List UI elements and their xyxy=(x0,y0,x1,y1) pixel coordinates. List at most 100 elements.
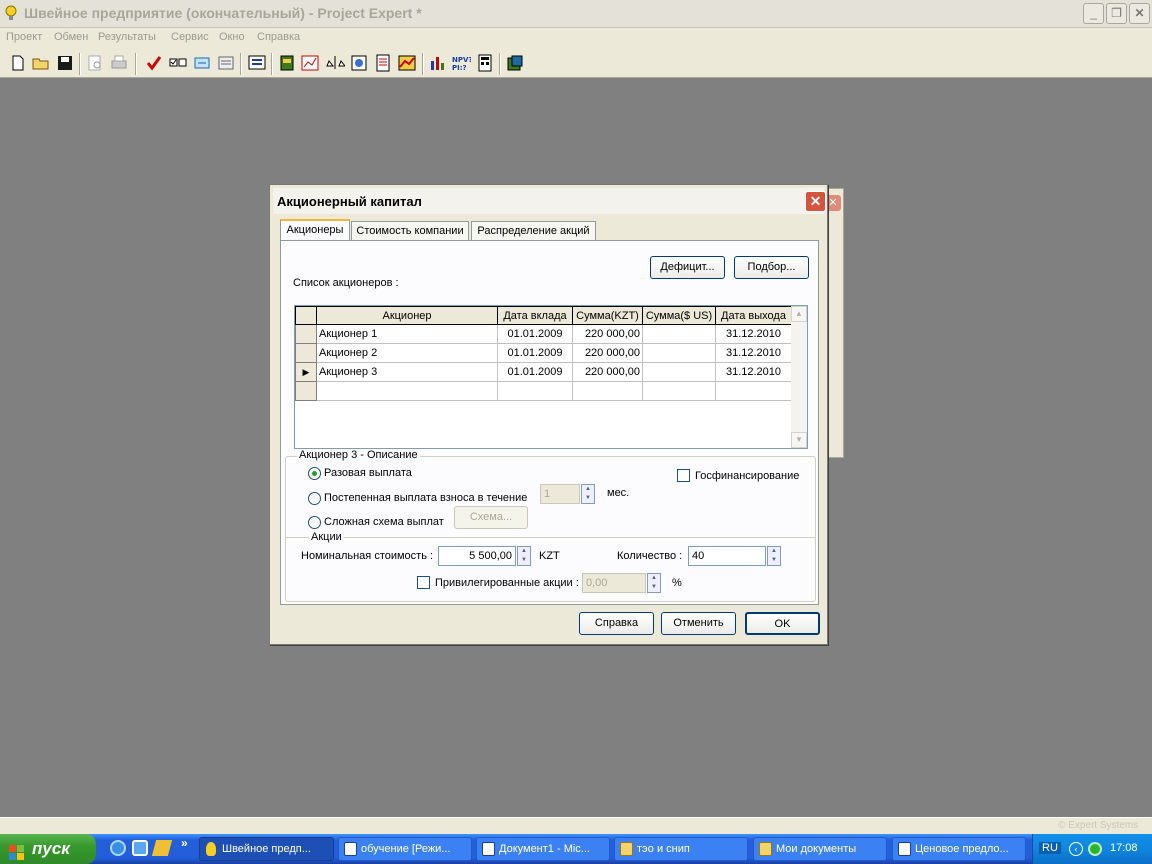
task-price-offer[interactable]: Ценовое предло... xyxy=(892,837,1026,861)
spin-up-icon[interactable]: ▲ xyxy=(648,574,660,583)
column-header-sum-kzt[interactable]: Сумма(KZT) xyxy=(572,306,643,325)
single-payment-label[interactable]: Разовая выплата xyxy=(324,467,412,479)
checklist-icon[interactable] xyxy=(168,53,188,73)
tab-share-distribution[interactable]: Распределение акций xyxy=(471,221,596,241)
spin-down-icon[interactable]: ▼ xyxy=(768,556,780,565)
network-icon[interactable] xyxy=(1088,842,1102,856)
column-header-shareholder[interactable]: Акционер xyxy=(316,306,498,325)
cell-sum-kzt[interactable]: 220 000,00 xyxy=(572,362,643,382)
cell-sum-usd[interactable] xyxy=(642,362,716,382)
print-preview-icon[interactable] xyxy=(85,53,105,73)
cell-date-out[interactable]: 31.12.2010 xyxy=(715,324,792,344)
scroll-down-icon[interactable]: ▼ xyxy=(791,432,807,448)
preferred-shares-input[interactable]: 0,00 xyxy=(582,573,646,593)
deficit-button[interactable]: Дефицит... xyxy=(650,256,725,279)
menu-project[interactable]: Проект xyxy=(6,31,42,43)
scroll-up-icon[interactable]: ▲ xyxy=(791,306,807,322)
balance-icon[interactable] xyxy=(325,53,347,73)
selection-button[interactable]: Подбор... xyxy=(734,256,809,279)
column-header-sum-usd[interactable]: Сумма($ US) xyxy=(642,306,716,325)
ok-button[interactable]: OK xyxy=(745,612,820,635)
save-icon[interactable] xyxy=(55,53,75,73)
screen-icon[interactable] xyxy=(247,53,267,73)
calendar-icon[interactable] xyxy=(277,53,297,73)
cell-shareholder[interactable]: Акционер 2 xyxy=(316,343,498,363)
cell-empty[interactable] xyxy=(572,381,643,401)
cell-sum-kzt[interactable]: 220 000,00 xyxy=(572,324,643,344)
cell-sum-usd[interactable] xyxy=(642,343,716,363)
spin-down-icon[interactable]: ▼ xyxy=(648,583,660,592)
spin-up-icon[interactable]: ▲ xyxy=(518,547,530,556)
row-indicator[interactable] xyxy=(295,381,317,401)
start-button[interactable]: пуск xyxy=(0,834,96,864)
cancel-button[interactable]: Отменить xyxy=(661,612,736,635)
restore-button[interactable]: ❐ xyxy=(1106,3,1127,24)
preferred-shares-spinner[interactable]: ▲ ▼ xyxy=(647,573,661,593)
table-row[interactable]: Акционер 2 01.01.2009 220 000,00 31.12.2… xyxy=(295,343,792,363)
row-indicator-current[interactable]: ▶ xyxy=(295,362,317,382)
menu-exchange[interactable]: Обмен xyxy=(54,31,88,43)
single-payment-radio[interactable] xyxy=(308,467,321,480)
open-folder-icon[interactable] xyxy=(31,53,51,73)
help-button[interactable]: Справка xyxy=(579,612,654,635)
npv-icon[interactable]: NPV? PI:? xyxy=(451,53,472,73)
chart-icon[interactable] xyxy=(397,53,417,73)
spin-down-icon[interactable]: ▼ xyxy=(518,556,530,565)
close-button[interactable]: ✕ xyxy=(1129,3,1150,24)
nominal-value-spinner[interactable]: ▲ ▼ xyxy=(517,546,531,566)
minimize-button[interactable]: _ xyxy=(1083,3,1104,24)
ie-icon[interactable] xyxy=(110,840,126,856)
cell-shareholder[interactable]: Акционер 1 xyxy=(316,324,498,344)
analysis-icon[interactable] xyxy=(505,53,525,73)
browser-icon[interactable] xyxy=(132,840,148,856)
column-header-date-out[interactable]: Дата выхода xyxy=(715,306,792,325)
table-row[interactable]: Акционер 1 01.01.2009 220 000,00 31.12.2… xyxy=(295,324,792,344)
complex-scheme-label[interactable]: Сложная схема выплат xyxy=(324,516,444,528)
gov-funding-label[interactable]: Госфинансирование xyxy=(695,470,799,482)
complex-scheme-radio[interactable] xyxy=(308,516,321,529)
cell-empty[interactable] xyxy=(316,381,498,401)
task-folder-teo[interactable]: тэо и снип xyxy=(614,837,748,861)
menu-results[interactable]: Результаты xyxy=(98,31,156,43)
cell-empty[interactable] xyxy=(715,381,792,401)
quantity-input[interactable]: 40 xyxy=(688,546,766,566)
cell-sum-kzt[interactable]: 220 000,00 xyxy=(572,343,643,363)
calculator-icon[interactable] xyxy=(475,53,495,73)
gov-funding-checkbox[interactable] xyxy=(677,469,690,482)
column-header-date-in[interactable]: Дата вклада xyxy=(497,306,573,325)
scheme-button[interactable]: Схема... xyxy=(454,506,528,529)
new-file-icon[interactable] xyxy=(8,53,28,73)
cell-sum-usd[interactable] xyxy=(642,324,716,344)
tab-company-value[interactable]: Стоимость компании xyxy=(351,221,469,241)
task-document1[interactable]: Документ1 - Mic... xyxy=(476,837,610,861)
dialog-close-button[interactable]: ✕ xyxy=(805,191,826,212)
menu-window[interactable]: Окно xyxy=(219,31,245,43)
cell-shareholder[interactable]: Акционер 3 xyxy=(316,362,498,382)
spin-up-icon[interactable]: ▲ xyxy=(768,547,780,556)
quantity-spinner[interactable]: ▲ ▼ xyxy=(767,546,781,566)
row-indicator[interactable] xyxy=(295,343,317,363)
menu-service[interactable]: Сервис xyxy=(171,31,209,43)
cell-date-in[interactable]: 01.01.2009 xyxy=(497,362,573,382)
exchange-icon[interactable] xyxy=(192,53,212,73)
table-row[interactable]: ▶ Акционер 3 01.01.2009 220 000,00 31.12… xyxy=(295,362,792,382)
spin-down-icon[interactable]: ▼ xyxy=(582,494,594,503)
menu-help[interactable]: Справка xyxy=(257,31,300,43)
language-indicator[interactable]: RU xyxy=(1039,842,1061,854)
grid-scrollbar[interactable]: ▲ ▼ xyxy=(791,306,807,448)
report-icon[interactable] xyxy=(373,53,393,73)
gradual-payment-label[interactable]: Постепенная выплата взноса в течение xyxy=(324,492,527,504)
task-my-documents[interactable]: Мои документы xyxy=(753,837,887,861)
gradual-payment-radio[interactable] xyxy=(308,492,321,505)
gradual-months-input[interactable]: 1 xyxy=(540,484,580,504)
preferred-shares-label[interactable]: Привилегированные акции : xyxy=(435,577,579,589)
tab-shareholders[interactable]: Акционеры xyxy=(280,219,350,241)
cashflow-icon[interactable] xyxy=(300,53,320,73)
cell-date-out[interactable]: 31.12.2010 xyxy=(715,343,792,363)
task-project-expert[interactable]: Швейное предп... xyxy=(199,837,334,861)
check-icon[interactable] xyxy=(144,53,164,73)
bar-chart-icon[interactable] xyxy=(428,53,448,73)
spin-up-icon[interactable]: ▲ xyxy=(582,485,594,494)
gradual-months-spinner[interactable]: ▲ ▼ xyxy=(581,484,595,504)
table-row-empty[interactable] xyxy=(295,381,792,401)
